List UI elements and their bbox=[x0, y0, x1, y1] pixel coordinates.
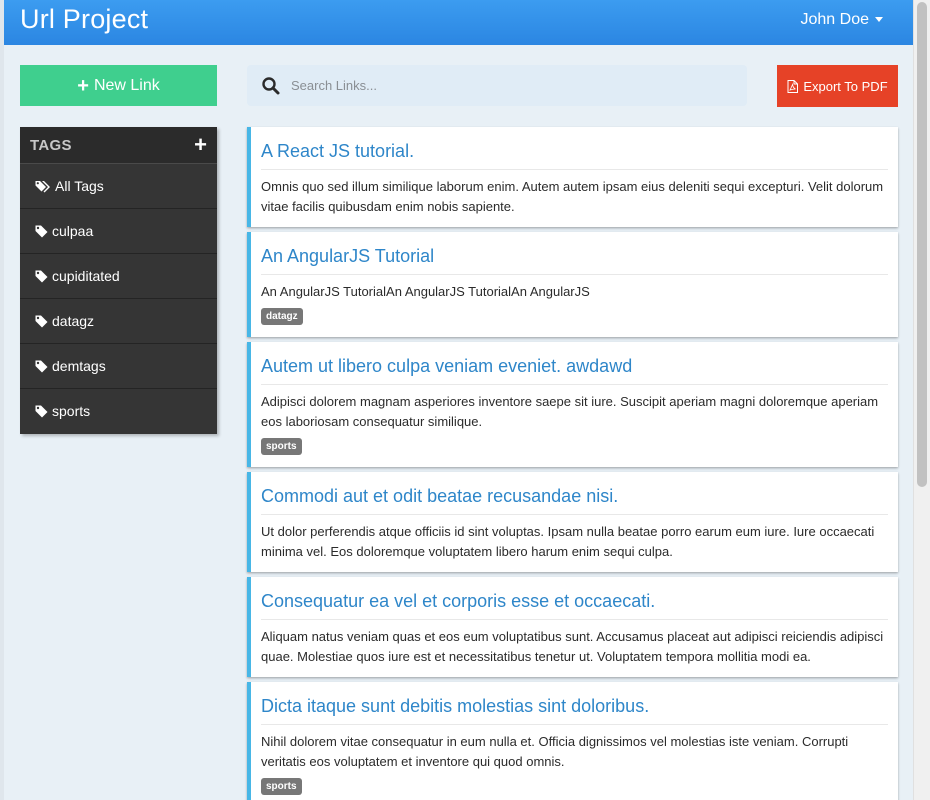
file-pdf-icon bbox=[787, 79, 799, 93]
link-title[interactable]: Consequatur ea vel et corporis esse et o… bbox=[261, 589, 888, 620]
tag-icon bbox=[35, 405, 48, 418]
tag-label: sports bbox=[52, 403, 91, 419]
tag-item-culpaa[interactable]: culpaa bbox=[20, 209, 217, 254]
plus-icon: + bbox=[77, 74, 89, 97]
tag-item-demtags[interactable]: demtags bbox=[20, 344, 217, 389]
export-pdf-button[interactable]: Export To PDF bbox=[777, 65, 898, 107]
link-title[interactable]: Dicta itaque sunt debitis molestias sint… bbox=[261, 694, 888, 725]
link-card: A React JS tutorial. Omnis quo sed illum… bbox=[247, 127, 898, 227]
link-description: Adipisci dolorem magnam asperiores inven… bbox=[261, 394, 879, 429]
export-pdf-label: Export To PDF bbox=[803, 78, 888, 94]
tag-icon bbox=[35, 360, 48, 373]
search-input[interactable] bbox=[291, 65, 731, 106]
link-card: Commodi aut et odit beatae recusandae ni… bbox=[247, 472, 898, 572]
tag-icon bbox=[35, 270, 48, 283]
user-menu[interactable]: John Doe bbox=[800, 11, 883, 29]
link-title[interactable]: Commodi aut et odit beatae recusandae ni… bbox=[261, 484, 888, 515]
tag-item-datagz[interactable]: datagz bbox=[20, 299, 217, 344]
user-name: John Doe bbox=[800, 11, 870, 28]
top-navbar: Url Project John Doe bbox=[4, 0, 913, 45]
tag-label: All Tags bbox=[55, 178, 104, 194]
link-card: Consequatur ea vel et corporis esse et o… bbox=[247, 577, 898, 677]
caret-down-icon bbox=[875, 17, 883, 23]
tag-item-all-tags[interactable]: All Tags bbox=[20, 164, 217, 209]
link-description: Nihil dolorem vitae consequatur in eum n… bbox=[261, 734, 849, 769]
tag-label: cupiditated bbox=[52, 268, 120, 284]
vertical-scrollbar[interactable] bbox=[913, 0, 930, 800]
link-title[interactable]: An AngularJS Tutorial bbox=[261, 244, 888, 275]
link-card: Dicta itaque sunt debitis molestias sint… bbox=[247, 682, 898, 800]
search-box bbox=[247, 65, 747, 106]
page: Url Project John Doe + New Link Export T… bbox=[4, 0, 913, 800]
add-tag-icon[interactable]: + bbox=[194, 134, 207, 156]
link-description: Aliquam natus veniam quas et eos eum vol… bbox=[261, 629, 884, 664]
tag-badge[interactable]: sports bbox=[261, 438, 302, 455]
tag-badge[interactable]: sports bbox=[261, 778, 302, 795]
tag-badge[interactable]: datagz bbox=[261, 308, 303, 325]
new-link-button[interactable]: + New Link bbox=[20, 65, 217, 106]
tags-icon bbox=[35, 181, 50, 193]
tag-label: culpaa bbox=[52, 223, 94, 239]
tag-item-sports[interactable]: sports bbox=[20, 389, 217, 434]
link-title[interactable]: Autem ut libero culpa veniam eveniet. aw… bbox=[261, 354, 888, 385]
tag-icon bbox=[35, 225, 48, 238]
link-title[interactable]: A React JS tutorial. bbox=[261, 139, 888, 170]
tag-label: demtags bbox=[52, 358, 106, 374]
link-description: Ut dolor perferendis atque officiis id s… bbox=[261, 524, 875, 559]
link-card: Autem ut libero culpa veniam eveniet. aw… bbox=[247, 342, 898, 467]
tags-panel: TAGS + All Tags culpaa cupiditated datag… bbox=[20, 127, 217, 434]
link-card: An AngularJS Tutorial An AngularJS Tutor… bbox=[247, 232, 898, 337]
tag-label: datagz bbox=[52, 313, 95, 329]
link-description: Omnis quo sed illum similique laborum en… bbox=[261, 179, 884, 214]
search-icon bbox=[262, 77, 280, 95]
tag-item-cupiditated[interactable]: cupiditated bbox=[20, 254, 217, 299]
scrollbar-thumb[interactable] bbox=[917, 2, 927, 487]
links-list: A React JS tutorial. Omnis quo sed illum… bbox=[247, 127, 898, 800]
tags-header: TAGS + bbox=[20, 127, 217, 164]
link-description: An AngularJS TutorialAn AngularJS Tutori… bbox=[261, 284, 590, 299]
tags-title: TAGS bbox=[30, 137, 72, 154]
brand-title[interactable]: Url Project bbox=[20, 4, 148, 35]
tag-icon bbox=[35, 315, 48, 328]
new-link-label: New Link bbox=[93, 76, 160, 94]
